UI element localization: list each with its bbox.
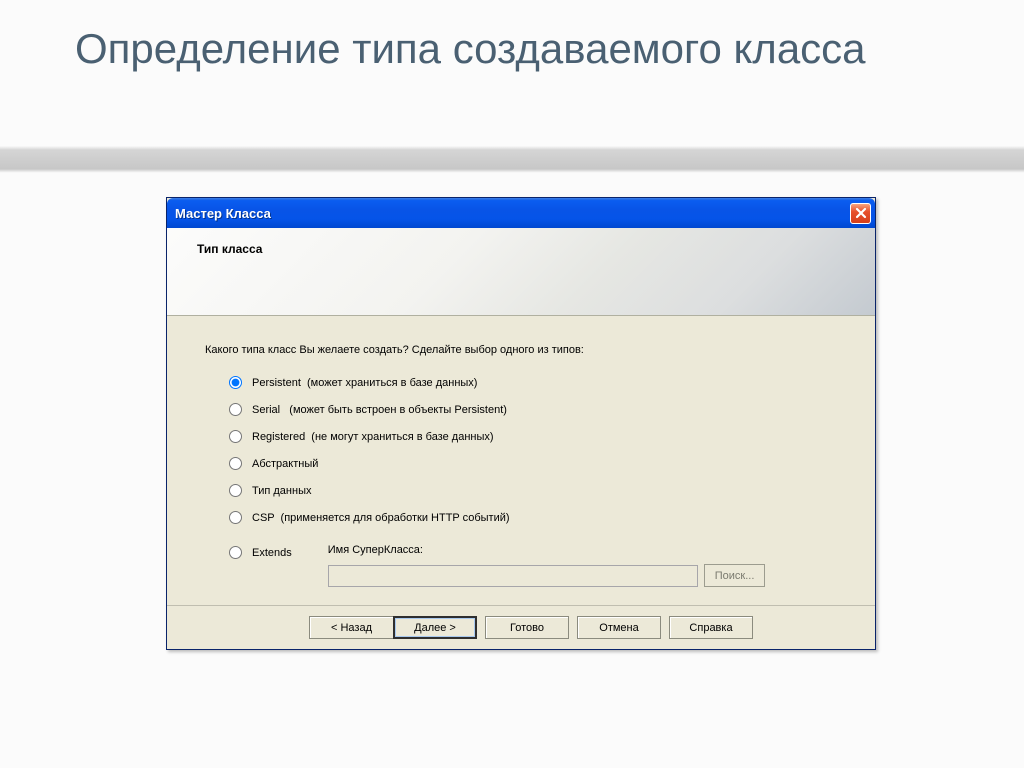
wizard-header-title: Тип класса	[197, 242, 853, 256]
extends-block: Extends Имя СуперКласса: Поиск...	[229, 544, 845, 587]
finish-button[interactable]: Готово	[485, 616, 569, 639]
titlebar-text: Мастер Класса	[175, 206, 271, 221]
superclass-label: Имя СуперКласса:	[328, 544, 845, 556]
radio-option-abstract[interactable]: Абстрактный	[229, 457, 845, 470]
slide-title: Определение типа создаваемого класса	[75, 25, 866, 73]
next-button[interactable]: Далее >	[393, 616, 477, 639]
help-button[interactable]: Справка	[669, 616, 753, 639]
radio-input[interactable]	[229, 484, 242, 497]
radio-option-datatype[interactable]: Тип данных	[229, 484, 845, 497]
close-icon	[855, 207, 867, 219]
cancel-button[interactable]: Отмена	[577, 616, 661, 639]
radio-option-persistent[interactable]: Persistent (может храниться в базе данны…	[229, 376, 845, 389]
radio-input[interactable]	[229, 457, 242, 470]
radio-input[interactable]	[229, 546, 242, 559]
wizard-footer: < Назад Далее > Готово Отмена Справка	[167, 605, 875, 649]
titlebar[interactable]: Мастер Класса	[167, 198, 875, 228]
radio-label: Абстрактный	[252, 458, 318, 470]
radio-label: Persistent (может храниться в базе данны…	[252, 377, 477, 389]
radio-label: Тип данных	[252, 485, 312, 497]
radio-input[interactable]	[229, 430, 242, 443]
superclass-input[interactable]	[328, 565, 698, 587]
class-type-radio-group: Persistent (может храниться в базе данны…	[229, 376, 845, 524]
radio-option-extends[interactable]: Extends	[229, 544, 292, 559]
wizard-content: Какого типа класс Вы желаете создать? Сд…	[167, 316, 875, 605]
wizard-header: Тип класса	[167, 228, 875, 316]
radio-input[interactable]	[229, 403, 242, 416]
close-button[interactable]	[850, 203, 871, 224]
wizard-dialog: Мастер Класса Тип класса Какого типа кла…	[166, 197, 876, 650]
radio-label: Registered (не могут храниться в базе да…	[252, 431, 494, 443]
radio-option-serial[interactable]: Serial (может быть встроен в объекты Per…	[229, 403, 845, 416]
radio-input[interactable]	[229, 511, 242, 524]
radio-label: Extends	[252, 547, 292, 559]
radio-label: Serial (может быть встроен в объекты Per…	[252, 404, 507, 416]
back-button[interactable]: < Назад	[309, 616, 393, 639]
radio-label: CSP (применяется для обработки HTTP собы…	[252, 512, 510, 524]
wizard-prompt: Какого типа класс Вы желаете создать? Сд…	[205, 344, 845, 356]
radio-option-csp[interactable]: CSP (применяется для обработки HTTP собы…	[229, 511, 845, 524]
search-button[interactable]: Поиск...	[704, 564, 766, 587]
radio-input[interactable]	[229, 376, 242, 389]
radio-option-registered[interactable]: Registered (не могут храниться в базе да…	[229, 430, 845, 443]
